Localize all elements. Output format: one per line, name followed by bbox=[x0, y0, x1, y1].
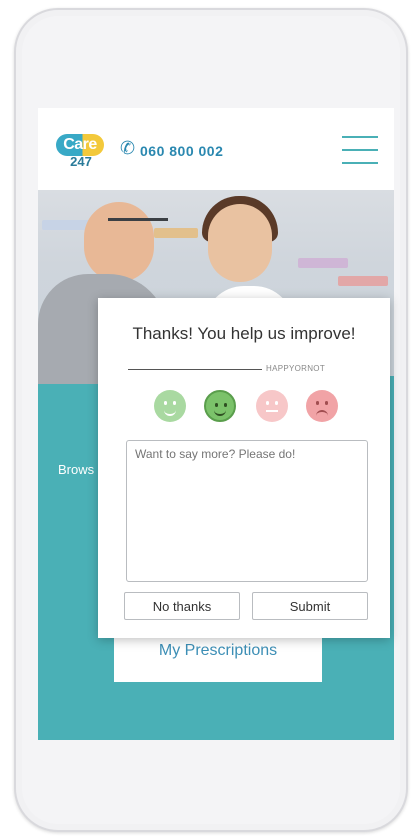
divider bbox=[128, 369, 262, 370]
browse-label[interactable]: Brows bbox=[58, 462, 94, 477]
header: Care 247 ✆ 060 800 002 bbox=[38, 108, 394, 190]
woman-face bbox=[208, 204, 272, 282]
very-unhappy-smiley-icon[interactable] bbox=[306, 390, 338, 422]
title-main: You help us improve! bbox=[197, 324, 356, 343]
phone-icon: ✆ bbox=[120, 138, 136, 158]
shelf bbox=[338, 276, 388, 286]
submit-button[interactable]: Submit bbox=[252, 592, 368, 620]
happy-smiley-icon[interactable] bbox=[204, 390, 236, 422]
very-happy-smiley-icon[interactable] bbox=[154, 390, 186, 422]
man-glasses bbox=[108, 218, 168, 231]
phone-number[interactable]: 060 800 002 bbox=[140, 143, 223, 159]
shelf bbox=[298, 258, 348, 268]
logo-subtext: 247 bbox=[70, 154, 92, 169]
title-prefix: Thanks! bbox=[132, 324, 193, 343]
feedback-comment-field[interactable] bbox=[126, 440, 368, 582]
no-thanks-button[interactable]: No thanks bbox=[124, 592, 240, 620]
hamburger-menu-icon[interactable] bbox=[342, 136, 378, 164]
care247-logo[interactable]: Care 247 bbox=[56, 134, 106, 169]
modal-title: Thanks! You help us improve! bbox=[98, 324, 390, 344]
feedback-modal: Thanks! You help us improve! HAPPYORNOT … bbox=[98, 298, 390, 638]
logo-text: Care bbox=[56, 134, 104, 156]
unhappy-smiley-icon[interactable] bbox=[256, 390, 288, 422]
happyornot-brand: HAPPYORNOT bbox=[266, 364, 326, 373]
man-face bbox=[84, 202, 154, 282]
